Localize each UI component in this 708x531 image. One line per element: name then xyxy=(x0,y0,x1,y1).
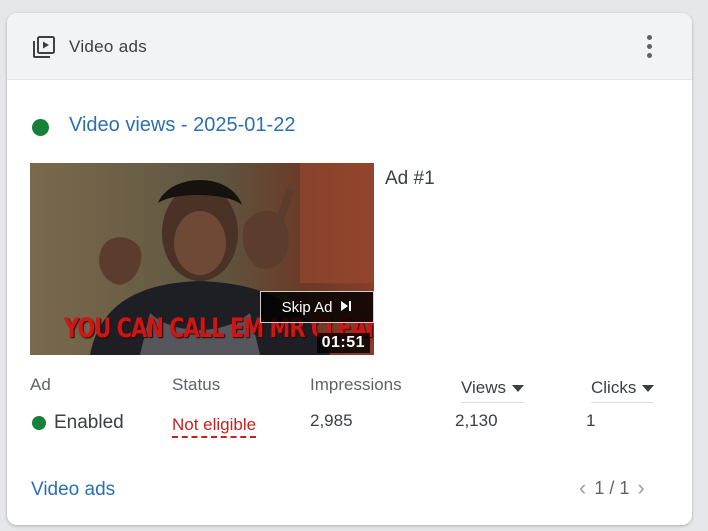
pagination: ‹ 1 / 1 › xyxy=(579,477,645,499)
ad-label: Ad #1 xyxy=(385,168,435,189)
pagination-text: 1 / 1 xyxy=(594,477,630,498)
column-header-clicks-label: Clicks xyxy=(591,378,637,397)
column-header-impressions: Impressions xyxy=(310,375,402,394)
card-title: Video ads xyxy=(69,37,148,56)
column-header-views-label: Views xyxy=(461,378,507,397)
skip-ad-button[interactable]: Skip Ad xyxy=(260,291,374,323)
column-header-status: Status xyxy=(172,375,221,394)
status-not-eligible[interactable]: Not eligible xyxy=(172,415,257,438)
skip-ad-label: Skip Ad xyxy=(281,298,333,316)
column-header-clicks[interactable]: Clicks xyxy=(591,378,655,403)
impressions-value: 2,985 xyxy=(310,411,353,430)
chevron-left-icon[interactable]: ‹ xyxy=(579,477,586,499)
clicks-value: 1 xyxy=(586,411,596,430)
video-ads-card: Video ads Video views - 2025-01-22 YOU C… xyxy=(7,13,692,525)
ad-status-enabled: Enabled xyxy=(54,412,124,433)
more-vert-icon xyxy=(646,34,652,40)
views-value: 2,130 xyxy=(455,411,498,430)
sort-dropdown-icon xyxy=(512,385,525,393)
more-options-button[interactable] xyxy=(637,31,661,61)
chevron-right-icon[interactable]: › xyxy=(637,477,644,499)
ad-group-status-dot xyxy=(32,119,49,136)
enabled-status-dot xyxy=(32,416,46,430)
sort-dropdown-icon xyxy=(642,385,655,393)
video-thumbnail[interactable]: YOU CAN CALL EM MR CLEAN Skip Ad 01:51 xyxy=(30,163,374,355)
video-duration: 01:51 xyxy=(316,333,370,353)
ad-group-link[interactable]: Video views - 2025-01-22 xyxy=(69,114,295,137)
card-header: Video ads xyxy=(7,13,692,80)
video-ads-link[interactable]: Video ads xyxy=(31,479,115,501)
column-header-ad: Ad xyxy=(30,375,51,394)
more-vert-dot xyxy=(646,52,652,58)
skip-next-icon xyxy=(340,299,352,316)
column-header-views[interactable]: Views xyxy=(461,378,525,403)
video-library-icon xyxy=(32,35,56,59)
more-vert-dot xyxy=(646,43,652,49)
